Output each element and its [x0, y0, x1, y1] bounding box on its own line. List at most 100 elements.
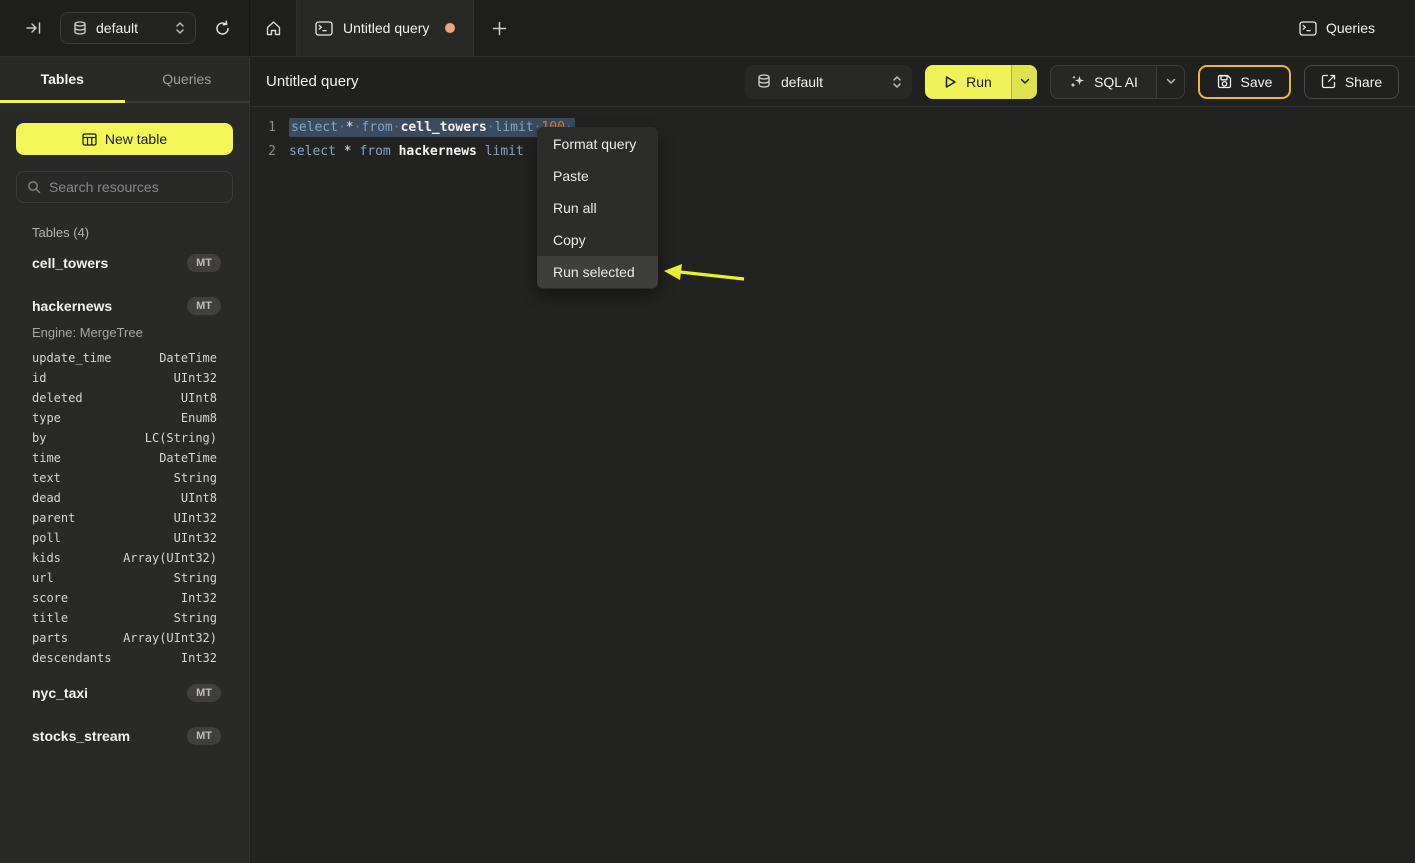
sidebar-tab-tables[interactable]: Tables — [0, 57, 125, 103]
table-name: hackernews — [32, 298, 187, 314]
sparkles-icon — [1069, 74, 1085, 90]
column-name: dead — [32, 491, 181, 505]
column-name: by — [32, 431, 145, 445]
column-type: Array(UInt32) — [123, 631, 217, 645]
token: limit — [485, 144, 524, 159]
home-button[interactable] — [250, 0, 296, 56]
tab-untitled-query[interactable]: Untitled query — [296, 0, 474, 56]
column-row-dead: deadUInt8 — [32, 488, 217, 508]
token: cell_towers — [401, 120, 487, 135]
column-type: Array(UInt32) — [123, 551, 217, 565]
column-type: UInt32 — [174, 531, 217, 545]
sql-ai-split-button: SQL AI — [1050, 65, 1185, 99]
column-type: UInt32 — [174, 371, 217, 385]
refresh-icon — [214, 20, 231, 37]
engine-badge: MT — [187, 727, 221, 745]
queries-button[interactable]: Queries — [1299, 20, 1375, 36]
column-name: time — [32, 451, 159, 465]
token: * — [344, 144, 352, 159]
table-row-stocks-stream[interactable]: stocks_streamMT — [16, 719, 233, 752]
editor-line-1: 1select·*·from·cell_towers·limit·100· — [250, 115, 1415, 139]
column-name: deleted — [32, 391, 181, 405]
column-type: String — [174, 611, 217, 625]
column-type: LC(String) — [145, 431, 217, 445]
column-row-parts: partsArray(UInt32) — [32, 628, 217, 648]
column-row-parent: parentUInt32 — [32, 508, 217, 528]
database-icon — [757, 74, 771, 89]
column-name: parts — [32, 631, 123, 645]
menu-item-copy[interactable]: Copy — [537, 224, 658, 256]
sql-editor[interactable]: 1select·*·from·cell_towers·limit·100·2se… — [250, 107, 1415, 863]
table-name: nyc_taxi — [32, 685, 187, 701]
sidebar-tab-queries[interactable]: Queries — [125, 57, 250, 103]
save-button-label: Save — [1241, 74, 1273, 90]
column-row-poll: pollUInt32 — [32, 528, 217, 548]
column-type: DateTime — [159, 351, 217, 365]
table-name: cell_towers — [32, 255, 187, 271]
updown-chevron-icon — [892, 75, 902, 89]
column-row-text: textString — [32, 468, 217, 488]
column-name: title — [32, 611, 174, 625]
engine-badge: MT — [187, 684, 221, 702]
share-icon — [1321, 74, 1336, 89]
save-button[interactable]: Save — [1198, 65, 1291, 99]
table-engine-label: Engine: MergeTree — [16, 322, 233, 346]
tab-strip: Untitled query Queries — [250, 0, 1415, 56]
run-button[interactable]: Run — [925, 65, 1011, 99]
column-row-kids: kidsArray(UInt32) — [32, 548, 217, 568]
run-options-button[interactable] — [1011, 65, 1037, 99]
database-icon — [73, 21, 87, 36]
column-list: update_timeDateTimeidUInt32deletedUInt8t… — [16, 346, 233, 676]
tables-list: cell_towersMThackernewsMTEngine: MergeTr… — [16, 246, 233, 762]
sidebar: Tables Queries New table — [0, 57, 250, 863]
column-type: DateTime — [159, 451, 217, 465]
database-selector-toolbar[interactable]: default — [745, 65, 912, 99]
table-row-hackernews[interactable]: hackernewsMT — [16, 289, 233, 322]
token: limit — [495, 120, 534, 135]
save-icon — [1217, 74, 1232, 89]
sql-ai-label: SQL AI — [1094, 74, 1138, 90]
database-selector-toolbar-label: default — [781, 74, 882, 90]
refresh-button[interactable] — [210, 16, 235, 41]
new-tab-button[interactable] — [474, 0, 524, 56]
search-input[interactable] — [49, 179, 230, 195]
queries-button-label: Queries — [1326, 20, 1375, 36]
column-row-by: byLC(String) — [32, 428, 217, 448]
terminal-icon — [1299, 21, 1317, 36]
line-number: 2 — [250, 144, 276, 159]
token: from — [359, 144, 390, 159]
menu-item-format-query[interactable]: Format query — [537, 128, 658, 160]
column-name: url — [32, 571, 174, 585]
plus-icon — [492, 21, 507, 36]
column-row-descendants: descendantsInt32 — [32, 648, 217, 668]
column-name: id — [32, 371, 174, 385]
sql-ai-options-button[interactable] — [1156, 66, 1184, 98]
new-table-button[interactable]: New table — [16, 123, 233, 155]
database-selector-top-label: default — [96, 20, 166, 36]
menu-item-run-all[interactable]: Run all — [537, 192, 658, 224]
top-bar-left: default — [0, 0, 250, 56]
line-number: 1 — [250, 120, 276, 135]
table-row-nyc-taxi[interactable]: nyc_taxiMT — [16, 676, 233, 709]
home-icon — [265, 20, 282, 37]
table-row-cell-towers[interactable]: cell_towersMT — [16, 246, 233, 279]
editor-context-menu: Format queryPasteRun allCopyRun selected — [537, 127, 658, 289]
menu-item-paste[interactable]: Paste — [537, 160, 658, 192]
chevron-down-icon — [1020, 78, 1030, 85]
sql-ai-button[interactable]: SQL AI — [1051, 66, 1156, 98]
top-bar: default — [0, 0, 1415, 57]
tables-section-label: Tables (4) — [32, 225, 233, 240]
collapse-sidebar-button[interactable] — [22, 16, 46, 40]
column-type: String — [174, 471, 217, 485]
column-type: String — [174, 571, 217, 585]
new-table-label: New table — [105, 131, 167, 147]
collapse-sidebar-icon — [26, 20, 42, 36]
sidebar-tabs: Tables Queries — [0, 57, 249, 103]
column-row-id: idUInt32 — [32, 368, 217, 388]
editor-line-2: 2select * from hackernews limit — [250, 139, 1415, 163]
menu-item-run-selected[interactable]: Run selected — [537, 256, 658, 288]
token: hackernews — [399, 144, 477, 159]
column-type: Int32 — [181, 651, 217, 665]
database-selector-top[interactable]: default — [60, 12, 196, 44]
share-button[interactable]: Share — [1304, 65, 1399, 99]
